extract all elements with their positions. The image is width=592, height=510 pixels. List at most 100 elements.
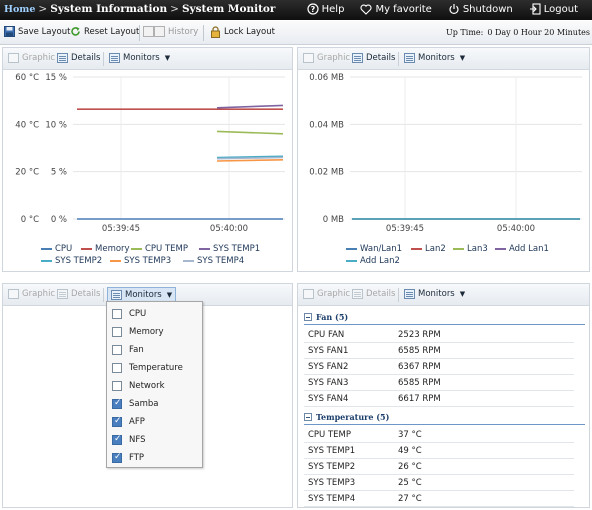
graphic-button[interactable]: Graphic [303,53,350,63]
series-line-sys-temp1 [216,104,284,109]
graphic-button[interactable]: Graphic [8,289,55,299]
monitors-menu-item-samba[interactable]: Samba [107,395,202,413]
details-button[interactable]: Details [57,289,100,299]
breadcrumb-system-information[interactable]: System Information [50,3,167,15]
breadcrumb-home-link[interactable]: Home [4,4,35,15]
monitors-dropdown[interactable]: Monitors ▼ [404,289,465,299]
legend-item[interactable]: Lan2 [411,244,446,254]
monitors-menu-item-memory[interactable]: Memory [107,323,202,341]
graphic-button[interactable]: Graphic [303,289,350,299]
legend-item[interactable]: Memory [81,244,130,254]
checkbox[interactable] [112,309,122,319]
svg-text:?: ? [310,5,315,14]
monitors-menu-item-ftp[interactable]: FTP [107,449,202,467]
history-icon [143,26,165,37]
checkbox[interactable] [112,327,122,337]
details-button[interactable]: Details [352,289,395,299]
checkbox[interactable] [112,416,122,427]
legend-item[interactable]: CPU [41,244,72,254]
legend-item[interactable]: Add Lan2 [346,256,400,266]
details-button[interactable]: Details [57,53,100,63]
legend-item[interactable]: SYS TEMP2 [41,256,102,266]
monitors-menu-item-cpu[interactable]: CPU [107,305,202,323]
legend-label: Lan3 [467,244,488,254]
monitors-label: Monitors [123,53,160,63]
legend-item[interactable]: CPU TEMP [131,244,188,254]
details-row: SYS FAN3 6585 RPM [304,375,574,391]
legend-swatch [41,260,52,262]
checkbox[interactable] [112,381,122,391]
heart-icon [360,4,372,15]
reset-layout-button[interactable]: Reset Layout [70,26,139,37]
details-label: Details [71,289,101,299]
history-button[interactable]: History [143,26,198,37]
help-link[interactable]: ? Help [307,3,344,15]
details-row-value: 37 °C [398,430,422,440]
details-button[interactable]: Details [352,53,395,63]
legend-label: SYS TEMP3 [124,256,172,266]
checkbox[interactable] [112,363,122,373]
monitors-menu-item-network[interactable]: Network [107,377,202,395]
legend-swatch [110,260,121,262]
legend-swatch [131,248,142,250]
header-actions: ? Help My favorite Shutdown Logout [307,3,578,15]
details-icon [57,53,68,63]
shutdown-link[interactable]: Shutdown [448,3,513,15]
checkbox[interactable] [112,398,122,409]
details-row-name: SYS TEMP1 [308,446,356,456]
logout-icon [529,3,541,15]
checkbox[interactable] [112,434,122,445]
logout-label: Logout [543,3,578,15]
monitors-menu: CPU Memory Fan Temperature Network Samba AFP NF… [106,301,203,468]
graph-icon [8,289,19,299]
details-row-name: CPU TEMP [308,430,352,440]
x-tick-label: 05:40:00 [210,224,248,234]
top-header: Home > System Information > System Monitor ?… [0,0,592,20]
menu-item-label: Fan [129,345,144,355]
collapse-icon[interactable] [304,412,312,421]
lock-layout-button[interactable]: Lock Layout [210,26,275,38]
details-row-name: SYS FAN3 [308,378,349,388]
details-label: Details [71,53,101,63]
logout-link[interactable]: Logout [529,3,578,15]
legend-swatch [346,260,357,262]
menu-item-label: Samba [129,399,159,409]
monitors-menu-item-afp[interactable]: AFP [107,413,202,431]
monitors-dropdown[interactable]: Monitors ▼ [109,53,170,63]
uptime-value: 0 Day 0 Hour 20 Minutes [487,28,590,37]
monitors-dropdown[interactable]: Monitors ▼ [404,53,465,63]
history-label: History [168,26,199,37]
details-icon [57,289,68,299]
y-left-tick-label: 60 °C [15,73,39,83]
details-section-header[interactable]: Temperature (5) [304,409,585,425]
details-row-name: SYS FAN1 [308,346,349,356]
checkbox[interactable] [112,345,122,355]
save-layout-button[interactable]: Save Layout [4,26,70,37]
details-section-header[interactable]: Fan (5) [304,309,585,325]
monitors-icon [404,289,415,299]
collapse-icon[interactable] [304,312,312,321]
breadcrumb: Home > System Information > System Monitor [4,3,275,15]
graphic-label: Graphic [317,289,351,299]
monitors-menu-item-nfs[interactable]: NFS [107,431,202,449]
details-row-name: SYS TEMP3 [308,478,356,488]
legend-item[interactable]: SYS TEMP3 [110,256,171,266]
details-row-name: SYS FAN2 [308,362,349,372]
legend-item[interactable]: Add Lan1 [495,244,549,254]
menu-item-label: AFP [129,417,145,427]
graphic-button[interactable]: Graphic [8,53,55,63]
monitors-menu-item-temperature[interactable]: Temperature [107,359,202,377]
legend-item[interactable]: Lan3 [453,244,488,254]
checkbox[interactable] [112,452,122,463]
my-favorite-link[interactable]: My favorite [360,3,432,15]
details-row: SYS TEMP3 25 °C [304,475,574,491]
legend-item[interactable]: SYS TEMP4 [183,256,244,266]
details-row-value: 25 °C [398,478,422,488]
series-line-cpu-temp [216,130,284,135]
y-tick-label: 0 MB [323,215,344,225]
refresh-icon [71,27,80,36]
legend-item[interactable]: SYS TEMP1 [199,244,260,254]
menu-item-label: FTP [129,453,145,463]
monitors-menu-item-fan[interactable]: Fan [107,341,202,359]
legend-item[interactable]: Wan/Lan1 [346,244,402,254]
